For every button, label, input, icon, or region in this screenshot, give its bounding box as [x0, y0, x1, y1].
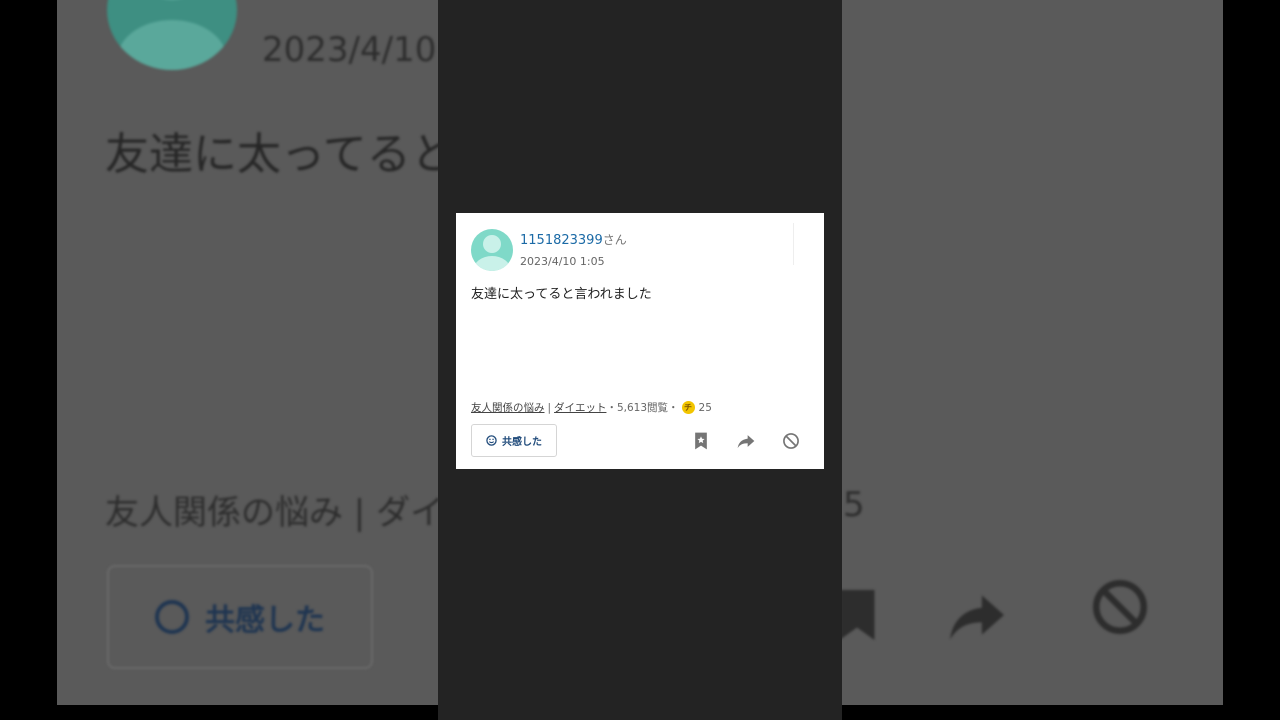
background-empathy-button: 共感した	[107, 565, 373, 669]
share-arrow-icon[interactable]	[736, 431, 756, 451]
empathy-label: 共感した	[502, 437, 542, 448]
category-link-diet[interactable]: ダイエット	[554, 400, 606, 415]
user-name-line[interactable]: 1151823399さん	[520, 231, 627, 248]
background-block-icon	[1093, 580, 1147, 634]
background-share-icon	[950, 595, 1004, 640]
question-meta: 友人関係の悩み | ダイエット ・ 5,613閲覧 ・ チ 25	[471, 400, 712, 415]
background-tags: 友人関係の悩み | ダイ	[105, 493, 445, 533]
post-date: 2023/4/10 1:05	[520, 255, 605, 268]
user-suffix: さん	[602, 233, 627, 247]
background-smiley-icon	[155, 600, 189, 634]
background-empathy-label: 共感した	[205, 603, 325, 638]
meta-dot: ・	[668, 402, 679, 414]
meta-dot: ・	[606, 402, 617, 414]
background-date: 2023/4/10	[262, 30, 437, 70]
question-text: 友達に太ってると言われました	[471, 287, 652, 302]
smiley-icon	[486, 435, 497, 446]
category-link-friendship[interactable]: 友人関係の悩み	[471, 400, 545, 415]
block-icon[interactable]	[781, 431, 801, 451]
background-count: 5	[843, 485, 865, 525]
coin-count: 25	[698, 401, 712, 414]
bookmark-star-icon[interactable]	[691, 431, 711, 451]
header-divider	[793, 223, 794, 265]
user-name[interactable]: 1151823399	[520, 233, 603, 248]
coin-icon: チ	[681, 401, 695, 414]
category-divider: |	[547, 401, 552, 414]
question-card: 1151823399さん 2023/4/10 1:05 友達に太ってると言われま…	[456, 213, 824, 469]
view-count: 5,613閲覧	[616, 402, 669, 414]
empathy-button[interactable]: 共感した	[471, 424, 557, 457]
background-avatar-icon	[107, 0, 237, 70]
user-avatar-icon[interactable]	[471, 229, 513, 271]
background-question: 友達に太ってると	[105, 129, 455, 180]
